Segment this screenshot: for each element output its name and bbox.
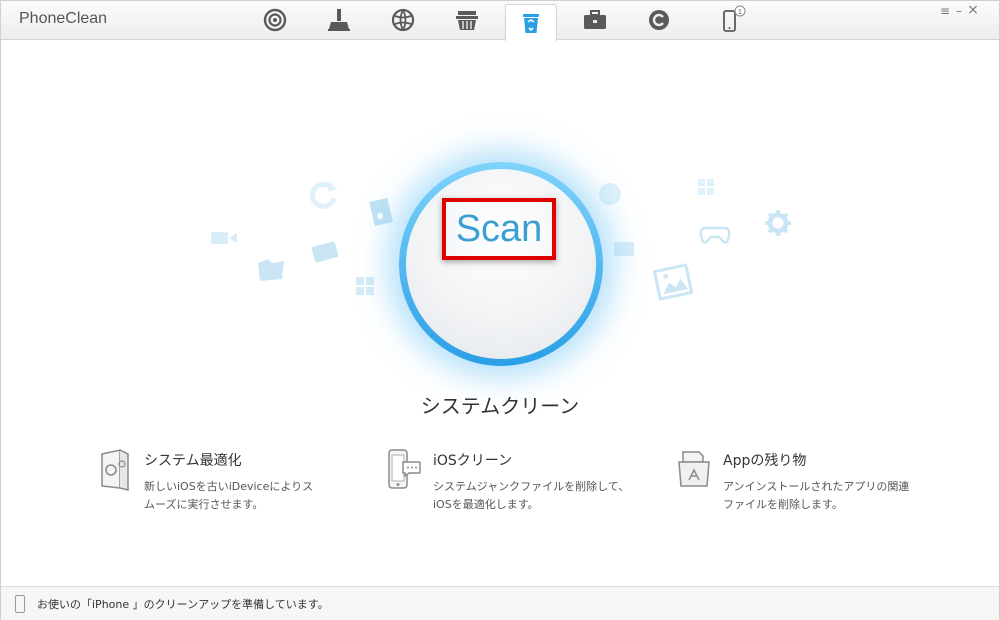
gamepad-icon (699, 226, 731, 244)
feature-description: 新しいiOSを古いiDeviceによりス ムーズに実行させます。 (144, 478, 344, 514)
feature-description-line: ファイルを削除します。 (723, 498, 843, 511)
photo-icon (653, 263, 693, 301)
mail-icon (311, 241, 339, 263)
feature-title: システム最適化 (144, 453, 242, 469)
feature-app-leftovers: Appの残り物 アンインストールされたアプリの関連 ファイルを削除します。 (677, 448, 937, 528)
image-small-icon (614, 242, 634, 256)
menu-button[interactable]: ≡ (938, 4, 952, 18)
feature-description-line: アンインストールされたアプリの関連 (723, 480, 910, 493)
basket-icon (456, 11, 478, 30)
phone-icon: 1 (723, 5, 746, 32)
restore-icon (649, 10, 669, 30)
windows-icon (356, 277, 374, 295)
app-window: PhoneClean 1 ≡ – × Scan システムクリーン システム最適化… (0, 0, 1000, 620)
status-bar: お使いの「iPhone 」のクリーンアップを準備しています。 (1, 586, 999, 620)
feature-title: Appの残り物 (723, 453, 807, 469)
tab-restore[interactable] (634, 1, 684, 39)
windows-small-icon (698, 179, 714, 195)
device-count-badge: 1 (738, 9, 742, 16)
recycle-bin-icon (523, 14, 539, 33)
music-icon (369, 198, 393, 226)
status-text: お使いの「iPhone 」のクリーンアップを準備しています。 (37, 598, 329, 611)
app-leftovers-icon (678, 451, 710, 487)
app-title: PhoneClean (19, 10, 108, 27)
section-title: システムクリーン (420, 394, 580, 418)
feature-ios-clean: iOSクリーン システムジャンクファイルを削除して、 iOSを最適化します。 (387, 448, 647, 528)
tab-system-clean[interactable] (505, 4, 557, 41)
tab-toolbox[interactable] (570, 1, 620, 39)
feature-description: システムジャンクファイルを削除して、 iOSを最適化します。 (433, 478, 633, 514)
chat-icon (599, 183, 621, 205)
minimize-button[interactable]: – (952, 4, 966, 18)
feature-description-line: ムーズに実行させます。 (144, 498, 264, 511)
toolbox-icon (584, 10, 606, 29)
device-status-icon (15, 595, 25, 613)
tab-clean[interactable] (314, 1, 364, 39)
feature-description: アンインストールされたアプリの関連 ファイルを削除します。 (723, 478, 923, 514)
gear-icon (765, 210, 791, 236)
scan-highlight-box (442, 198, 556, 260)
feature-description-line: 新しいiOSを古いiDeviceによりス (144, 480, 314, 493)
globe-icon (391, 8, 415, 32)
close-button[interactable]: × (966, 2, 980, 18)
folder-icon (258, 259, 284, 281)
wireless-icon (263, 8, 287, 32)
tab-internet[interactable] (378, 1, 428, 39)
main-panel: Scan システムクリーン システム最適化 新しいiOSを古いiDeviceによ… (1, 40, 999, 586)
system-optimize-icon (101, 449, 129, 491)
feature-title: iOSクリーン (433, 453, 513, 469)
video-icon (211, 232, 237, 244)
feature-system-optimize: システム最適化 新しいiOSを古いiDeviceによりス ムーズに実行させます。 (98, 448, 358, 528)
broom-icon (328, 9, 350, 31)
tab-cache[interactable] (442, 1, 492, 39)
refresh-icon (309, 181, 337, 209)
ios-clean-icon (388, 449, 421, 489)
tab-wireless[interactable] (250, 1, 300, 39)
tab-device[interactable]: 1 (707, 1, 757, 39)
title-bar: PhoneClean 1 ≡ – × (1, 1, 999, 41)
feature-description-line: iOSを最適化します。 (433, 498, 539, 511)
feature-description-line: システムジャンクファイルを削除して、 (433, 480, 630, 493)
